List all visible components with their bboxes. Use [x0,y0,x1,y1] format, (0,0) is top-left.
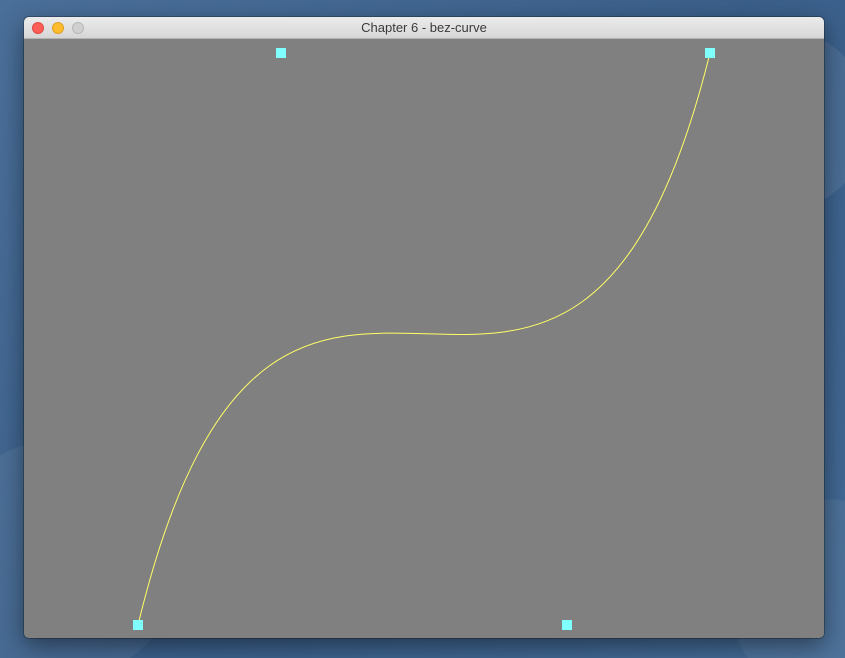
control-point-1[interactable] [276,48,286,58]
bezier-drawing [133,48,715,630]
control-point-2[interactable] [562,620,572,630]
window-title: Chapter 6 - bez-curve [361,20,487,35]
control-point-start[interactable] [133,620,143,630]
control-point-end[interactable] [705,48,715,58]
app-window: Chapter 6 - bez-curve [24,17,824,638]
drawing-canvas[interactable] [24,39,824,638]
title-bar[interactable]: Chapter 6 - bez-curve [24,17,824,39]
bezier-curve [137,52,711,626]
